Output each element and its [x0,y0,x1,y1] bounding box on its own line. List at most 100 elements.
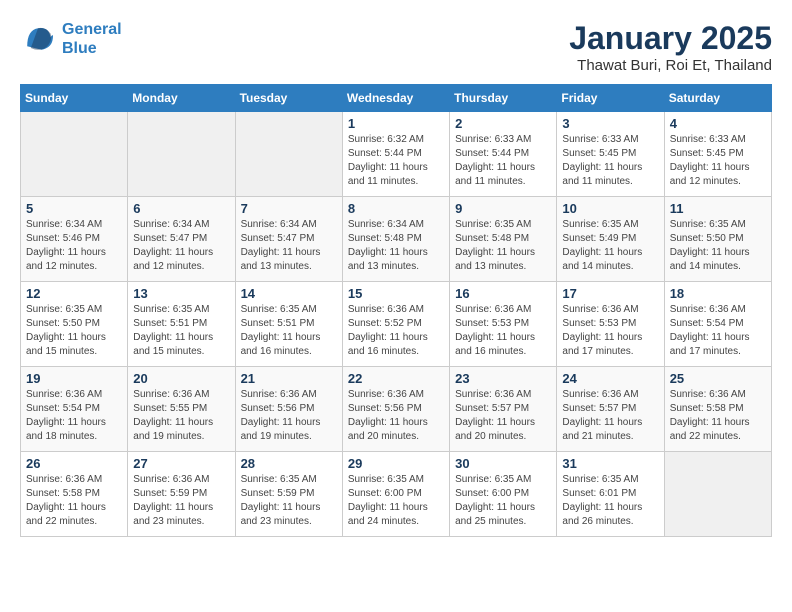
day-info: Sunrise: 6:36 AM Sunset: 5:58 PM Dayligh… [26,473,122,529]
day-info: Sunrise: 6:32 AM Sunset: 5:44 PM Dayligh… [348,133,444,189]
day-info: Sunrise: 6:36 AM Sunset: 5:59 PM Dayligh… [133,473,229,529]
calendar-cell: 19 Sunrise: 6:36 AM Sunset: 5:54 PM Dayli… [21,367,128,452]
logo-icon [20,21,56,57]
day-info: Sunrise: 6:35 AM Sunset: 6:00 PM Dayligh… [348,473,444,529]
day-number: 30 [455,456,551,471]
day-number: 3 [562,116,658,131]
day-number: 16 [455,286,551,301]
day-info: Sunrise: 6:33 AM Sunset: 5:45 PM Dayligh… [670,133,766,189]
page-header: General Blue January 2025 Thawat Buri, R… [20,20,772,74]
day-number: 4 [670,116,766,131]
logo-text: General Blue [62,20,122,58]
calendar-cell: 20 Sunrise: 6:36 AM Sunset: 5:55 PM Dayli… [128,367,235,452]
calendar-cell: 1 Sunrise: 6:32 AM Sunset: 5:44 PM Daylig… [342,112,449,197]
calendar-row: 1 Sunrise: 6:32 AM Sunset: 5:44 PM Daylig… [21,112,772,197]
location-subtitle: Thawat Buri, Roi Et, Thailand [569,57,772,74]
day-number: 15 [348,286,444,301]
calendar-cell: 10 Sunrise: 6:35 AM Sunset: 5:49 PM Dayli… [557,197,664,282]
day-number: 14 [241,286,337,301]
calendar-cell: 14 Sunrise: 6:35 AM Sunset: 5:51 PM Dayli… [235,282,342,367]
day-info: Sunrise: 6:35 AM Sunset: 5:50 PM Dayligh… [26,303,122,359]
calendar-cell [21,112,128,197]
calendar-cell: 22Sunrise: 6:36 AM Sunset: 5:56 PM Dayli… [342,367,449,452]
calendar-cell: 27 Sunrise: 6:36 AM Sunset: 5:59 PM Dayli… [128,452,235,537]
calendar-cell: 2 Sunrise: 6:33 AM Sunset: 5:44 PM Daylig… [450,112,557,197]
calendar-table: Sunday Monday Tuesday Wednesday Thursday… [20,84,772,537]
header-saturday: Saturday [664,85,771,112]
day-number: 24 [562,371,658,386]
day-info: Sunrise: 6:36 AM Sunset: 5:53 PM Dayligh… [562,303,658,359]
day-info: Sunrise: 6:36 AM Sunset: 5:53 PM Dayligh… [455,303,551,359]
calendar-cell [128,112,235,197]
calendar-cell: 28Sunrise: 6:35 AM Sunset: 5:59 PM Dayli… [235,452,342,537]
day-number: 1 [348,116,444,131]
calendar-cell [664,452,771,537]
calendar-cell: 3 Sunrise: 6:33 AM Sunset: 5:45 PM Daylig… [557,112,664,197]
day-number: 28 [241,456,337,471]
day-info: Sunrise: 6:35 AM Sunset: 5:48 PM Dayligh… [455,218,551,274]
calendar-cell: 21Sunrise: 6:36 AM Sunset: 5:56 PM Dayli… [235,367,342,452]
day-number: 10 [562,201,658,216]
day-number: 27 [133,456,229,471]
header-friday: Friday [557,85,664,112]
day-info: Sunrise: 6:35 AM Sunset: 5:51 PM Dayligh… [133,303,229,359]
calendar-cell: 15Sunrise: 6:36 AM Sunset: 5:52 PM Dayli… [342,282,449,367]
calendar-cell: 29Sunrise: 6:35 AM Sunset: 6:00 PM Dayli… [342,452,449,537]
header-sunday: Sunday [21,85,128,112]
calendar-cell: 26 Sunrise: 6:36 AM Sunset: 5:58 PM Dayli… [21,452,128,537]
calendar-cell: 13 Sunrise: 6:35 AM Sunset: 5:51 PM Dayli… [128,282,235,367]
day-number: 9 [455,201,551,216]
day-number: 11 [670,201,766,216]
calendar-cell: 24 Sunrise: 6:36 AM Sunset: 5:57 PM Dayli… [557,367,664,452]
header-tuesday: Tuesday [235,85,342,112]
calendar-row: 5Sunrise: 6:34 AM Sunset: 5:46 PM Daylig… [21,197,772,282]
day-info: Sunrise: 6:34 AM Sunset: 5:46 PM Dayligh… [26,218,122,274]
day-info: Sunrise: 6:35 AM Sunset: 5:49 PM Dayligh… [562,218,658,274]
day-number: 7 [241,201,337,216]
calendar-cell: 4 Sunrise: 6:33 AM Sunset: 5:45 PM Daylig… [664,112,771,197]
calendar-cell: 30Sunrise: 6:35 AM Sunset: 6:00 PM Dayli… [450,452,557,537]
day-number: 12 [26,286,122,301]
header-monday: Monday [128,85,235,112]
day-number: 22 [348,371,444,386]
calendar-header-row: Sunday Monday Tuesday Wednesday Thursday… [21,85,772,112]
calendar-cell: 17 Sunrise: 6:36 AM Sunset: 5:53 PM Dayli… [557,282,664,367]
day-info: Sunrise: 6:36 AM Sunset: 5:57 PM Dayligh… [562,388,658,444]
day-info: Sunrise: 6:36 AM Sunset: 5:57 PM Dayligh… [455,388,551,444]
calendar-cell: 5Sunrise: 6:34 AM Sunset: 5:46 PM Daylig… [21,197,128,282]
day-number: 20 [133,371,229,386]
calendar-row: 26 Sunrise: 6:36 AM Sunset: 5:58 PM Dayli… [21,452,772,537]
day-info: Sunrise: 6:35 AM Sunset: 5:51 PM Dayligh… [241,303,337,359]
day-number: 13 [133,286,229,301]
day-number: 17 [562,286,658,301]
day-info: Sunrise: 6:34 AM Sunset: 5:48 PM Dayligh… [348,218,444,274]
calendar-cell [235,112,342,197]
day-number: 19 [26,371,122,386]
day-number: 2 [455,116,551,131]
day-number: 26 [26,456,122,471]
day-number: 18 [670,286,766,301]
calendar-cell: 6 Sunrise: 6:34 AM Sunset: 5:47 PM Daylig… [128,197,235,282]
calendar-cell: 31Sunrise: 6:35 AM Sunset: 6:01 PM Dayli… [557,452,664,537]
calendar-cell: 12 Sunrise: 6:35 AM Sunset: 5:50 PM Dayli… [21,282,128,367]
day-info: Sunrise: 6:34 AM Sunset: 5:47 PM Dayligh… [133,218,229,274]
day-info: Sunrise: 6:35 AM Sunset: 6:01 PM Dayligh… [562,473,658,529]
day-info: Sunrise: 6:35 AM Sunset: 5:50 PM Dayligh… [670,218,766,274]
calendar-cell: 25Sunrise: 6:36 AM Sunset: 5:58 PM Dayli… [664,367,771,452]
day-number: 6 [133,201,229,216]
day-info: Sunrise: 6:36 AM Sunset: 5:56 PM Dayligh… [241,388,337,444]
calendar-cell: 8 Sunrise: 6:34 AM Sunset: 5:48 PM Daylig… [342,197,449,282]
day-number: 23 [455,371,551,386]
day-info: Sunrise: 6:33 AM Sunset: 5:45 PM Dayligh… [562,133,658,189]
calendar-row: 19 Sunrise: 6:36 AM Sunset: 5:54 PM Dayli… [21,367,772,452]
calendar-row: 12 Sunrise: 6:35 AM Sunset: 5:50 PM Dayli… [21,282,772,367]
day-info: Sunrise: 6:36 AM Sunset: 5:54 PM Dayligh… [670,303,766,359]
calendar-cell: 16 Sunrise: 6:36 AM Sunset: 5:53 PM Dayli… [450,282,557,367]
day-info: Sunrise: 6:33 AM Sunset: 5:44 PM Dayligh… [455,133,551,189]
day-info: Sunrise: 6:36 AM Sunset: 5:54 PM Dayligh… [26,388,122,444]
day-number: 8 [348,201,444,216]
day-info: Sunrise: 6:34 AM Sunset: 5:47 PM Dayligh… [241,218,337,274]
day-info: Sunrise: 6:36 AM Sunset: 5:55 PM Dayligh… [133,388,229,444]
calendar-cell: 11 Sunrise: 6:35 AM Sunset: 5:50 PM Dayli… [664,197,771,282]
calendar-cell: 18 Sunrise: 6:36 AM Sunset: 5:54 PM Dayli… [664,282,771,367]
